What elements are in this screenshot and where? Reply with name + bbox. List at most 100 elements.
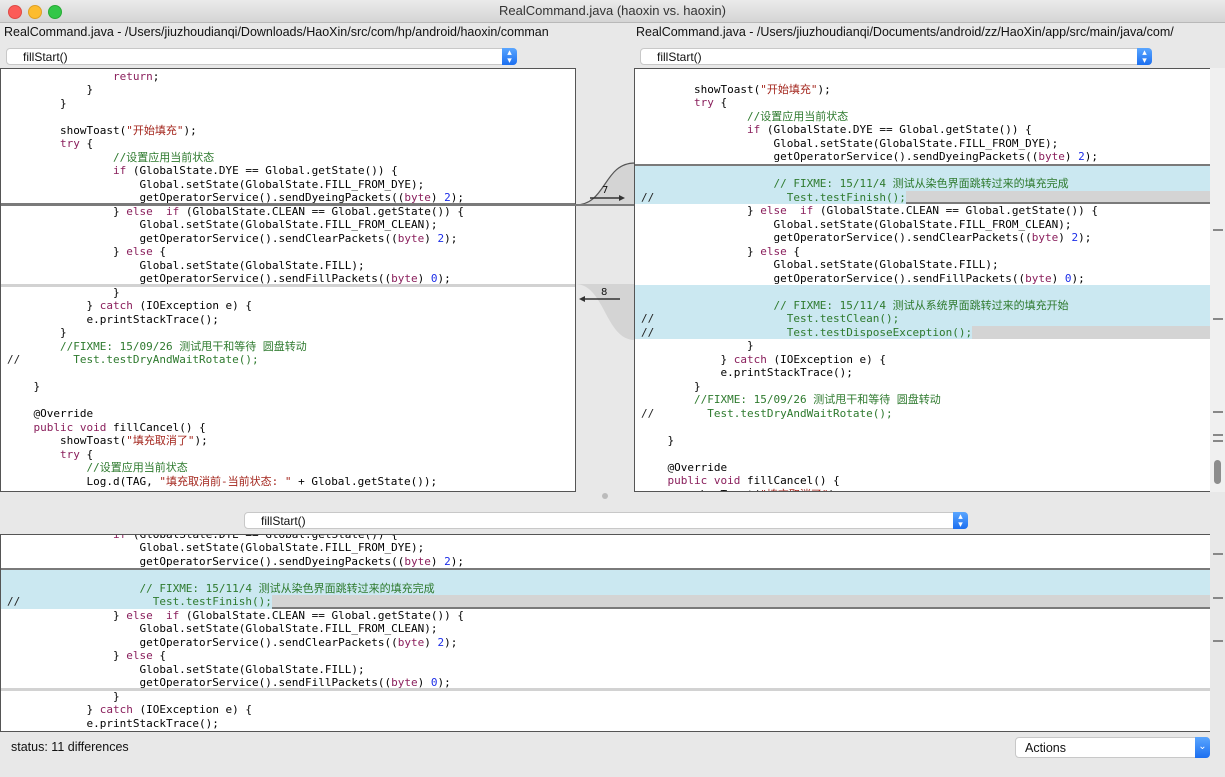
code-line: showToast("开始填充"); [635, 83, 1210, 97]
code-line: Global.setState(GlobalState.FILL_FROM_CL… [635, 218, 1210, 232]
code-line: e.printStackTrace(); [1, 313, 575, 327]
added-code-line [1, 568, 1210, 582]
right-function-popup[interactable]: fillStart() ▴ ▾ [640, 48, 1152, 65]
code-token: (IOException e) { [132, 299, 253, 312]
code-token: ); [1078, 231, 1092, 244]
code-line: } else if (GlobalState.CLEAN == Global.g… [1, 609, 1210, 623]
code-line-text: Log.d(TAG, "填充取消前-当前状态: " + Global.getSt… [7, 475, 437, 488]
code-line: getOperatorService().sendFillPackets((by… [635, 272, 1210, 286]
merge-function-label: fillStart() [261, 514, 306, 528]
left-file-path: RealCommand.java - /Users/jiuzhoudianqi/… [4, 25, 549, 39]
added-code-line: // Test.testClean(); [635, 312, 1210, 326]
chevron-down-icon: ⌄ [1195, 737, 1210, 758]
code-line-text: Global.setState(GlobalState.FILL_FROM_CL… [641, 218, 1071, 231]
code-token: else [126, 204, 153, 218]
added-code-line: // FIXME: 15/11/4 测试从系统界面跳转过来的填充开始 [635, 298, 1210, 312]
added-code-line: // Test.testDisposeException(); [635, 325, 1210, 339]
merge-editor[interactable]: if (GlobalState.DYE == Global.getState()… [0, 534, 1211, 732]
code-token: void [79, 420, 107, 434]
code-token: { [786, 244, 800, 258]
code-token: ; [152, 69, 160, 83]
code-line-text: } [7, 97, 67, 110]
code-token: void [713, 474, 741, 487]
code-line-text: // FIXME: 15/11/4 测试从染色界面跳转过来的填充完成 [7, 582, 434, 595]
code-token: getOperatorService().sendDyeingPackets(( [7, 554, 405, 568]
code-token: ); [194, 434, 208, 447]
code-line: } catch (IOException e) { [1, 299, 575, 313]
code-token: { [713, 96, 728, 109]
code-token: (GlobalState.CLEAN == Global.getState())… [179, 204, 464, 218]
code-token: ) [1051, 271, 1065, 285]
code-line-text: Global.setState(GlobalState.FILL_FROM_DY… [7, 178, 424, 191]
code-token: ) [424, 635, 438, 649]
scroll-knob[interactable] [1214, 460, 1221, 484]
code-token: Test.testDryAndWaitRotate(); [654, 406, 893, 420]
code-line-text: showToast("填充取消了"); [7, 434, 208, 447]
code-token: "开始填充" [126, 123, 184, 137]
code-token: byte [1025, 271, 1052, 285]
code-token: byte [397, 635, 425, 649]
code-token: Global.setState(GlobalState.FILL); [7, 662, 365, 676]
code-token: (GlobalState.DYE == Global.getState()) { [126, 534, 398, 541]
right-editor[interactable]: showToast("开始填充"); try { //设置应用当前状态 if (… [634, 68, 1211, 492]
code-token: } [7, 730, 67, 731]
code-token: try [693, 96, 714, 109]
left-function-popup[interactable]: fillStart() ▴ ▾ [6, 48, 517, 65]
code-line-text: return; [7, 70, 159, 83]
code-token: { [79, 137, 94, 150]
window-title: RealCommand.java (haoxin vs. haoxin) [499, 3, 726, 18]
merge-scrollbar[interactable] [1210, 534, 1225, 732]
code-token: getOperatorService().sendClearPackets(( [7, 231, 398, 245]
code-line-text: if (GlobalState.DYE == Global.getState()… [7, 164, 398, 177]
code-line: showToast("开始填充"); [1, 124, 575, 138]
diff-number-7: 7 [602, 185, 608, 196]
code-token: ) [430, 554, 445, 568]
code-token: // FIXME: 15/11/4 测试从系统界面跳转过来的填充开始 [773, 298, 1069, 312]
code-token: getOperatorService().sendClearPackets(( [7, 635, 398, 649]
code-token: } [7, 649, 127, 662]
code-line-text: showToast("开始填充"); [7, 124, 197, 137]
code-token: getOperatorService().sendDyeingPackets(( [641, 150, 1039, 163]
code-token: ); [450, 554, 464, 568]
code-line: public void fillCancel() { [1, 421, 575, 435]
actions-popup[interactable]: Actions ⌄ [1015, 737, 1210, 758]
code-line-text: //FIXME: 15/09/26 测试甩干和等待 圆盘转动 [7, 340, 307, 353]
added-code-line [635, 285, 1210, 299]
code-token: } [641, 379, 701, 393]
code-token: else [126, 608, 153, 622]
splitter-handle[interactable] [602, 493, 608, 499]
code-line-text: try { [641, 96, 727, 109]
code-line: } catch (IOException e) { [635, 353, 1210, 367]
code-token: ); [1071, 271, 1085, 285]
code-line: } [635, 339, 1210, 353]
code-line-text: // Test.testClean(); [641, 312, 899, 325]
code-token: //FIXME: 15/09/26 测试甩干和等待 圆盘转动 [693, 393, 941, 406]
merge-function-popup[interactable]: fillStart() ▴ ▾ [244, 512, 968, 529]
status-text: status: 11 differences [11, 740, 129, 754]
code-token: "填充取消前-当前状态: " [159, 474, 292, 488]
added-code-line: // FIXME: 15/11/4 测试从染色界面跳转过来的填充完成 [1, 581, 1210, 595]
code-token: if [165, 608, 180, 622]
code-token: e.printStackTrace(); [7, 312, 219, 326]
code-token: //设置应用当前状态 [112, 150, 215, 164]
code-token: 2 [1078, 150, 1085, 163]
code-token: } [7, 96, 67, 110]
code-line: if (GlobalState.DYE == Global.getState()… [1, 164, 575, 178]
code-token: } [7, 245, 127, 258]
code-token: byte [1031, 231, 1059, 244]
code-token: ) [1058, 231, 1072, 244]
left-editor[interactable]: return; } } showToast("开始填充"); try { //设… [0, 68, 576, 492]
code-token: } [7, 689, 120, 703]
code-token: public [33, 420, 74, 434]
code-line: } [1, 326, 575, 340]
code-line: getOperatorService().sendClearPackets((b… [1, 232, 575, 246]
top-scrollbar[interactable] [1210, 68, 1225, 492]
code-line: Global.setState(GlobalState.FILL_FROM_DY… [1, 178, 575, 192]
code-token: Test.testDisposeException(); [654, 325, 973, 339]
